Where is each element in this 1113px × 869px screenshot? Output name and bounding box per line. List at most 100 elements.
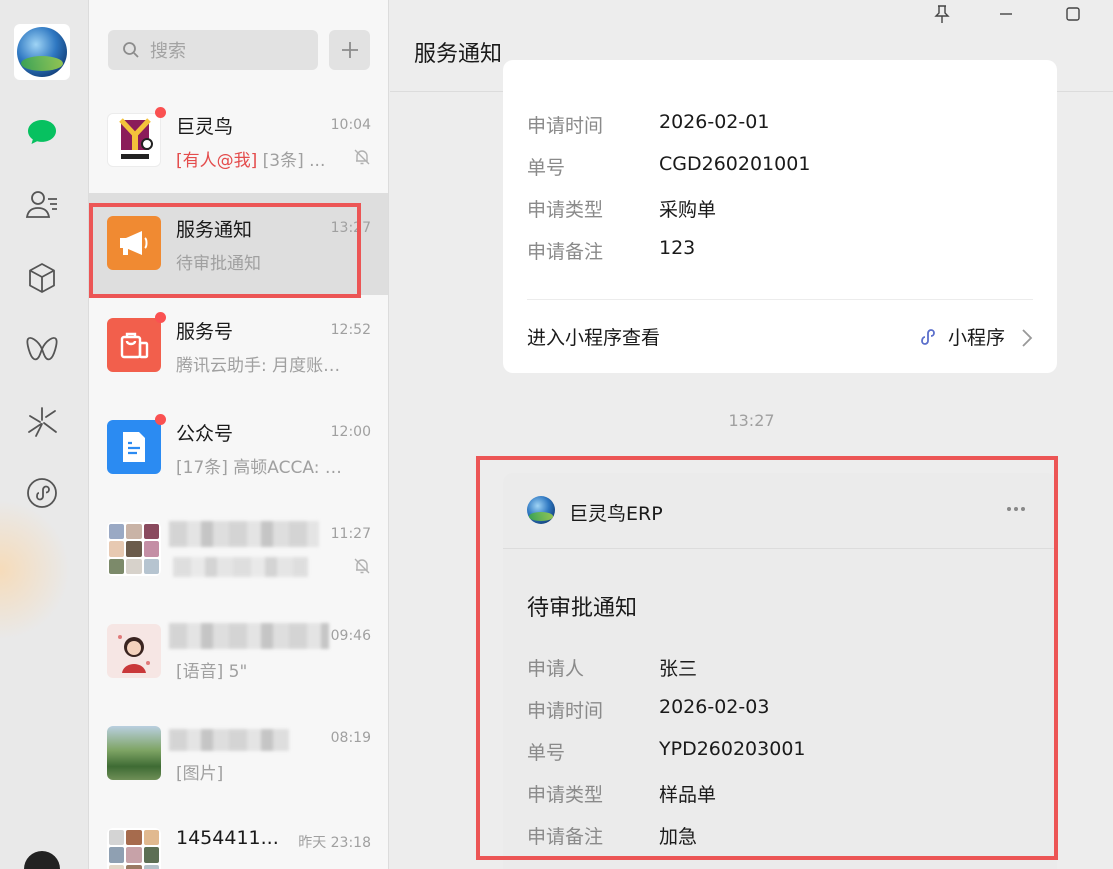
pin-icon[interactable]	[930, 2, 954, 26]
row-key: 申请时间	[527, 115, 604, 137]
chat-name: 1454411...	[176, 827, 279, 849]
plus-icon	[341, 42, 358, 58]
chat-avatar	[107, 113, 161, 167]
chat-list-panel: 搜索 巨灵鸟 10:04 [有人@我] [3条] ... 服务通知 13:27 …	[89, 0, 389, 869]
chat-list-item[interactable]: 巨灵鸟 10:04 [有人@我] [3条] ...	[89, 90, 388, 192]
chat-time: 08:19	[330, 730, 371, 746]
megaphone-icon	[120, 231, 148, 255]
unread-dot	[155, 312, 166, 323]
miniprogram-icon[interactable]	[24, 475, 60, 511]
row-value: 样品单	[659, 784, 717, 806]
chat-list-item[interactable]: 公众号 12:00 [17条] 高顿ACCA: 【A...	[89, 397, 388, 499]
service-account-icon	[120, 332, 149, 359]
row-key: 单号	[527, 157, 566, 179]
chat-name: 服务号	[176, 321, 234, 343]
chat-preview: [语音] 5"	[176, 662, 248, 682]
card-headline: 待审批通知	[527, 596, 638, 621]
chat-preview: 待审批通知	[176, 254, 261, 274]
notification-card[interactable]: 巨灵鸟ERP 待审批通知 申请人 张三 申请时间 2026-02-03 单号 Y…	[503, 473, 1057, 869]
chat-window: 服务通知 申请时间 2026-02-01 单号 CGD260201001 申请类…	[390, 0, 1113, 869]
row-key: 申请类型	[527, 199, 604, 221]
search-icon	[123, 42, 139, 58]
card-sender: 巨灵鸟ERP	[569, 503, 663, 525]
chat-avatar	[107, 726, 161, 780]
chat-preview: [图片]	[176, 764, 224, 784]
row-key: 申请时间	[527, 700, 604, 722]
row-key: 单号	[527, 742, 566, 764]
card-divider	[527, 299, 1033, 300]
chat-avatar	[107, 318, 161, 372]
my-avatar[interactable]	[14, 24, 70, 80]
chat-time: 09:46	[330, 628, 371, 644]
globe-logo-icon	[17, 27, 67, 77]
chat-preview: 腾讯云助手: 月度账单...	[176, 356, 351, 376]
channels-butterfly-icon[interactable]	[24, 331, 60, 367]
chat-list-item-selected[interactable]: 服务通知 13:27 待审批通知	[89, 193, 388, 295]
chat-name: 巨灵鸟	[176, 116, 234, 138]
row-value: 2026-02-01	[659, 111, 770, 133]
redacted-preview	[173, 557, 308, 577]
chat-avatar	[107, 216, 161, 270]
unread-dot	[155, 107, 166, 118]
maximize-icon[interactable]	[1061, 2, 1085, 26]
redacted-name	[169, 521, 319, 547]
more-icon[interactable]	[1007, 507, 1025, 511]
row-value: CGD260201001	[659, 153, 811, 175]
row-value: 加急	[659, 826, 698, 848]
group-avatar	[107, 828, 161, 869]
chat-time: 12:52	[330, 322, 371, 338]
row-key: 申请类型	[527, 784, 604, 806]
moments-icon[interactable]	[24, 404, 60, 440]
chat-name: 服务通知	[176, 219, 253, 241]
chat-preview: [有人@我] [3条] ...	[176, 146, 351, 171]
chat-time: 13:27	[330, 220, 371, 236]
decorative-glow	[0, 500, 70, 640]
group-avatar	[107, 522, 161, 576]
chat-preview: [17条] 高顿ACCA: 【A...	[176, 458, 351, 478]
bottom-user-avatar[interactable]	[24, 851, 60, 869]
row-key: 申请备注	[527, 826, 604, 848]
chat-preview-text: [3条] ...	[257, 151, 326, 171]
contacts-icon[interactable]	[24, 186, 60, 222]
chat-name: 公众号	[176, 423, 234, 445]
chat-list-item[interactable]: 09:46 [语音] 5"	[89, 601, 388, 703]
chat-avatar	[107, 624, 161, 678]
row-value: YPD260203001	[659, 738, 806, 760]
muted-bell-icon	[354, 149, 370, 165]
chat-list-item[interactable]: 1454411... 昨天 23:18	[89, 805, 388, 869]
chat-icon[interactable]	[24, 114, 60, 150]
search-input[interactable]: 搜索	[108, 30, 318, 70]
chevron-right-icon	[1022, 329, 1033, 347]
search-placeholder: 搜索	[150, 41, 186, 62]
official-account-icon	[123, 432, 145, 462]
card-header: 巨灵鸟ERP	[503, 473, 1057, 549]
muted-bell-icon	[354, 558, 370, 574]
unread-dot	[155, 414, 166, 425]
chat-time: 10:04	[330, 117, 371, 133]
row-value: 张三	[659, 658, 698, 680]
chat-list-item[interactable]: 08:19 [图片]	[89, 703, 388, 805]
row-value: 123	[659, 237, 696, 259]
minimize-icon[interactable]	[994, 2, 1018, 26]
chat-time: 昨天 23:18	[298, 835, 371, 851]
miniprogram-tag[interactable]: 小程序	[918, 323, 1005, 350]
favorites-cube-icon[interactable]	[24, 260, 60, 296]
chat-time: 11:27	[330, 526, 371, 542]
chat-title: 服务通知	[414, 42, 503, 67]
open-miniprogram-link[interactable]: 进入小程序查看	[527, 323, 660, 350]
chat-time: 12:00	[330, 424, 371, 440]
chat-avatar	[107, 420, 161, 474]
redacted-name	[169, 729, 289, 751]
sender-avatar-icon	[527, 496, 555, 524]
row-key: 申请备注	[527, 241, 604, 263]
redacted-name	[169, 623, 329, 649]
chat-list-item[interactable]: 11:27	[89, 499, 388, 601]
row-key: 申请人	[527, 658, 585, 680]
row-value: 采购单	[659, 199, 717, 221]
add-button[interactable]	[329, 30, 370, 70]
row-value: 2026-02-03	[659, 696, 770, 718]
left-nav-rail	[0, 0, 89, 869]
notification-card[interactable]: 申请时间 2026-02-01 单号 CGD260201001 申请类型 采购单…	[503, 60, 1057, 373]
miniprogram-link-icon	[921, 328, 935, 345]
chat-list-item[interactable]: 服务号 12:52 腾讯云助手: 月度账单...	[89, 295, 388, 397]
